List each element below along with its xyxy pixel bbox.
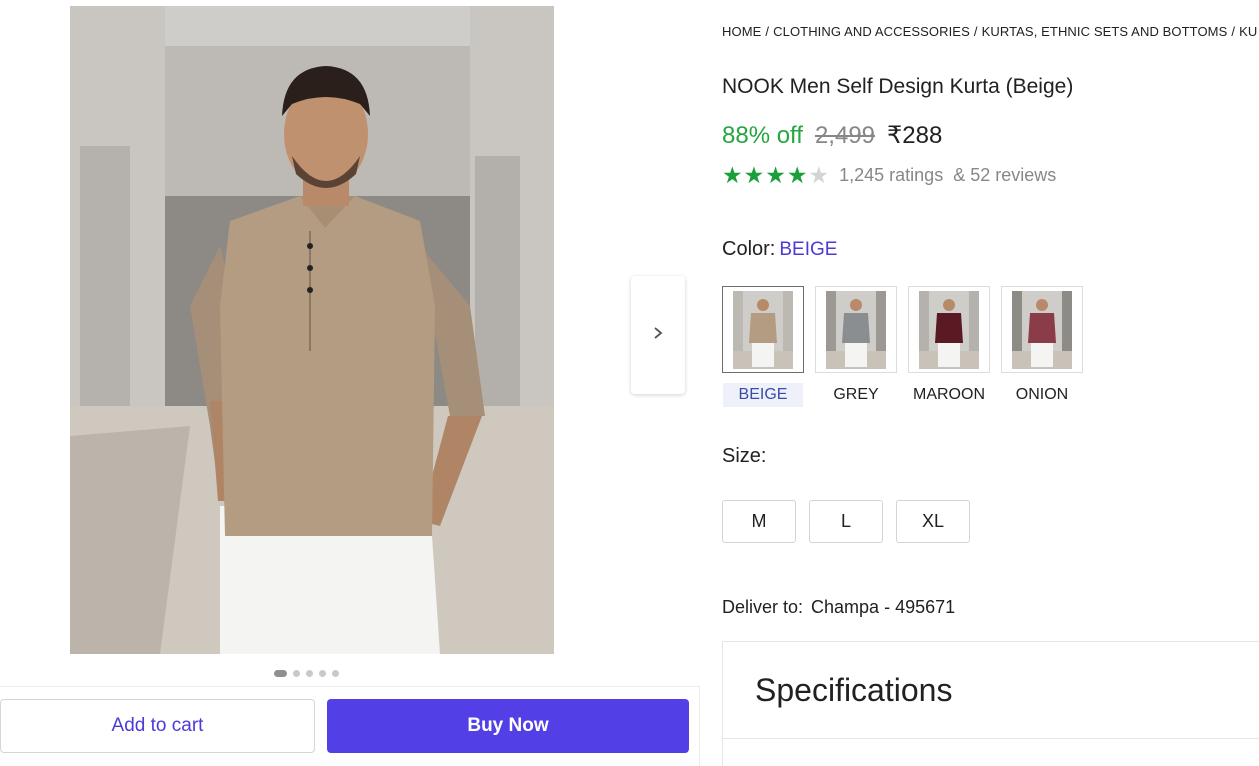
carousel-dot[interactable] bbox=[274, 670, 287, 677]
next-image-button[interactable] bbox=[631, 276, 685, 394]
original-price: 2,499 bbox=[814, 122, 876, 149]
carousel-dot[interactable] bbox=[319, 670, 326, 677]
action-bar: Add to cart Buy Now bbox=[0, 686, 700, 766]
delivery-label: Deliver to: bbox=[722, 597, 804, 617]
selected-color: BEIGE bbox=[779, 239, 838, 260]
carousel-dot[interactable] bbox=[306, 670, 313, 677]
color-thumbnail[interactable] bbox=[815, 286, 897, 373]
color-option-label: GREY bbox=[833, 386, 879, 403]
specifications-heading[interactable]: Specifications bbox=[755, 672, 952, 709]
breadcrumb-truncated[interactable]: KU bbox=[1239, 24, 1257, 39]
color-label: Color: BEIGE bbox=[722, 238, 837, 261]
star-icon: ★ bbox=[743, 162, 765, 188]
color-option-maroon[interactable]: MAROON bbox=[908, 286, 990, 407]
buy-now-button[interactable]: Buy Now bbox=[327, 699, 689, 753]
color-option-label: MAROON bbox=[913, 386, 985, 403]
reviews-count[interactable]: & 52 reviews bbox=[953, 165, 1056, 186]
discount-percent: 88% off bbox=[722, 122, 803, 149]
rating-row: ★ ★ ★ ★ ★ 1,245 ratings & 52 reviews bbox=[722, 164, 1056, 187]
size-option-l[interactable]: L bbox=[809, 500, 883, 543]
selling-price: ₹288 bbox=[887, 122, 943, 149]
star-empty-icon: ★ bbox=[808, 162, 830, 188]
breadcrumb-home[interactable]: HOME bbox=[722, 24, 761, 39]
breadcrumb-separator: / bbox=[765, 24, 770, 39]
color-option-grey[interactable]: GREY bbox=[815, 286, 897, 407]
product-main-image[interactable] bbox=[70, 6, 554, 654]
ratings-count[interactable]: 1,245 ratings bbox=[839, 165, 943, 186]
delivery-location[interactable]: Deliver to: Champa - 495671 bbox=[722, 597, 955, 618]
delivery-pincode[interactable]: Champa - 495671 bbox=[811, 597, 955, 617]
color-option-beige[interactable]: BEIGE bbox=[722, 286, 804, 407]
size-option-xl[interactable]: XL bbox=[896, 500, 970, 543]
size-label: Size: bbox=[722, 445, 767, 467]
breadcrumb-clothing[interactable]: CLOTHING AND ACCESSORIES bbox=[773, 24, 970, 39]
breadcrumb-separator: / bbox=[973, 24, 978, 39]
star-icon: ★ bbox=[786, 162, 808, 188]
star-icon: ★ bbox=[765, 162, 786, 188]
breadcrumb-kurtas[interactable]: KURTAS, ETHNIC SETS AND BOTTOMS bbox=[982, 24, 1228, 39]
color-swatches: BEIGE GREY MAROON ONION bbox=[722, 286, 1083, 407]
specifications-section: Specifications bbox=[722, 641, 1259, 766]
chevron-right-icon bbox=[652, 326, 664, 345]
price-row: 88% off 2,499 ₹288 bbox=[722, 121, 942, 150]
color-thumbnail[interactable] bbox=[722, 286, 804, 373]
color-option-label: ONION bbox=[1015, 386, 1069, 403]
color-thumbnail[interactable] bbox=[1001, 286, 1083, 373]
size-option-m[interactable]: M bbox=[722, 500, 796, 543]
product-title: NOOK Men Self Design Kurta (Beige) bbox=[722, 75, 1074, 98]
color-option-label: BEIGE bbox=[723, 383, 803, 407]
color-label-text: Color: bbox=[722, 238, 776, 260]
color-option-onion[interactable]: ONION bbox=[1001, 286, 1083, 407]
image-carousel-dots bbox=[274, 670, 339, 677]
breadcrumb: HOME / CLOTHING AND ACCESSORIES / KURTAS, ET… bbox=[722, 24, 1259, 39]
star-icon: ★ bbox=[722, 162, 743, 188]
carousel-dot[interactable] bbox=[293, 670, 300, 677]
carousel-dot[interactable] bbox=[332, 670, 339, 677]
breadcrumb-separator: / bbox=[1231, 24, 1236, 39]
size-options: M L XL bbox=[722, 500, 970, 543]
color-thumbnail[interactable] bbox=[908, 286, 990, 373]
divider bbox=[723, 738, 1259, 739]
add-to-cart-button[interactable]: Add to cart bbox=[0, 699, 315, 753]
star-rating: ★ ★ ★ ★ ★ bbox=[722, 164, 829, 187]
